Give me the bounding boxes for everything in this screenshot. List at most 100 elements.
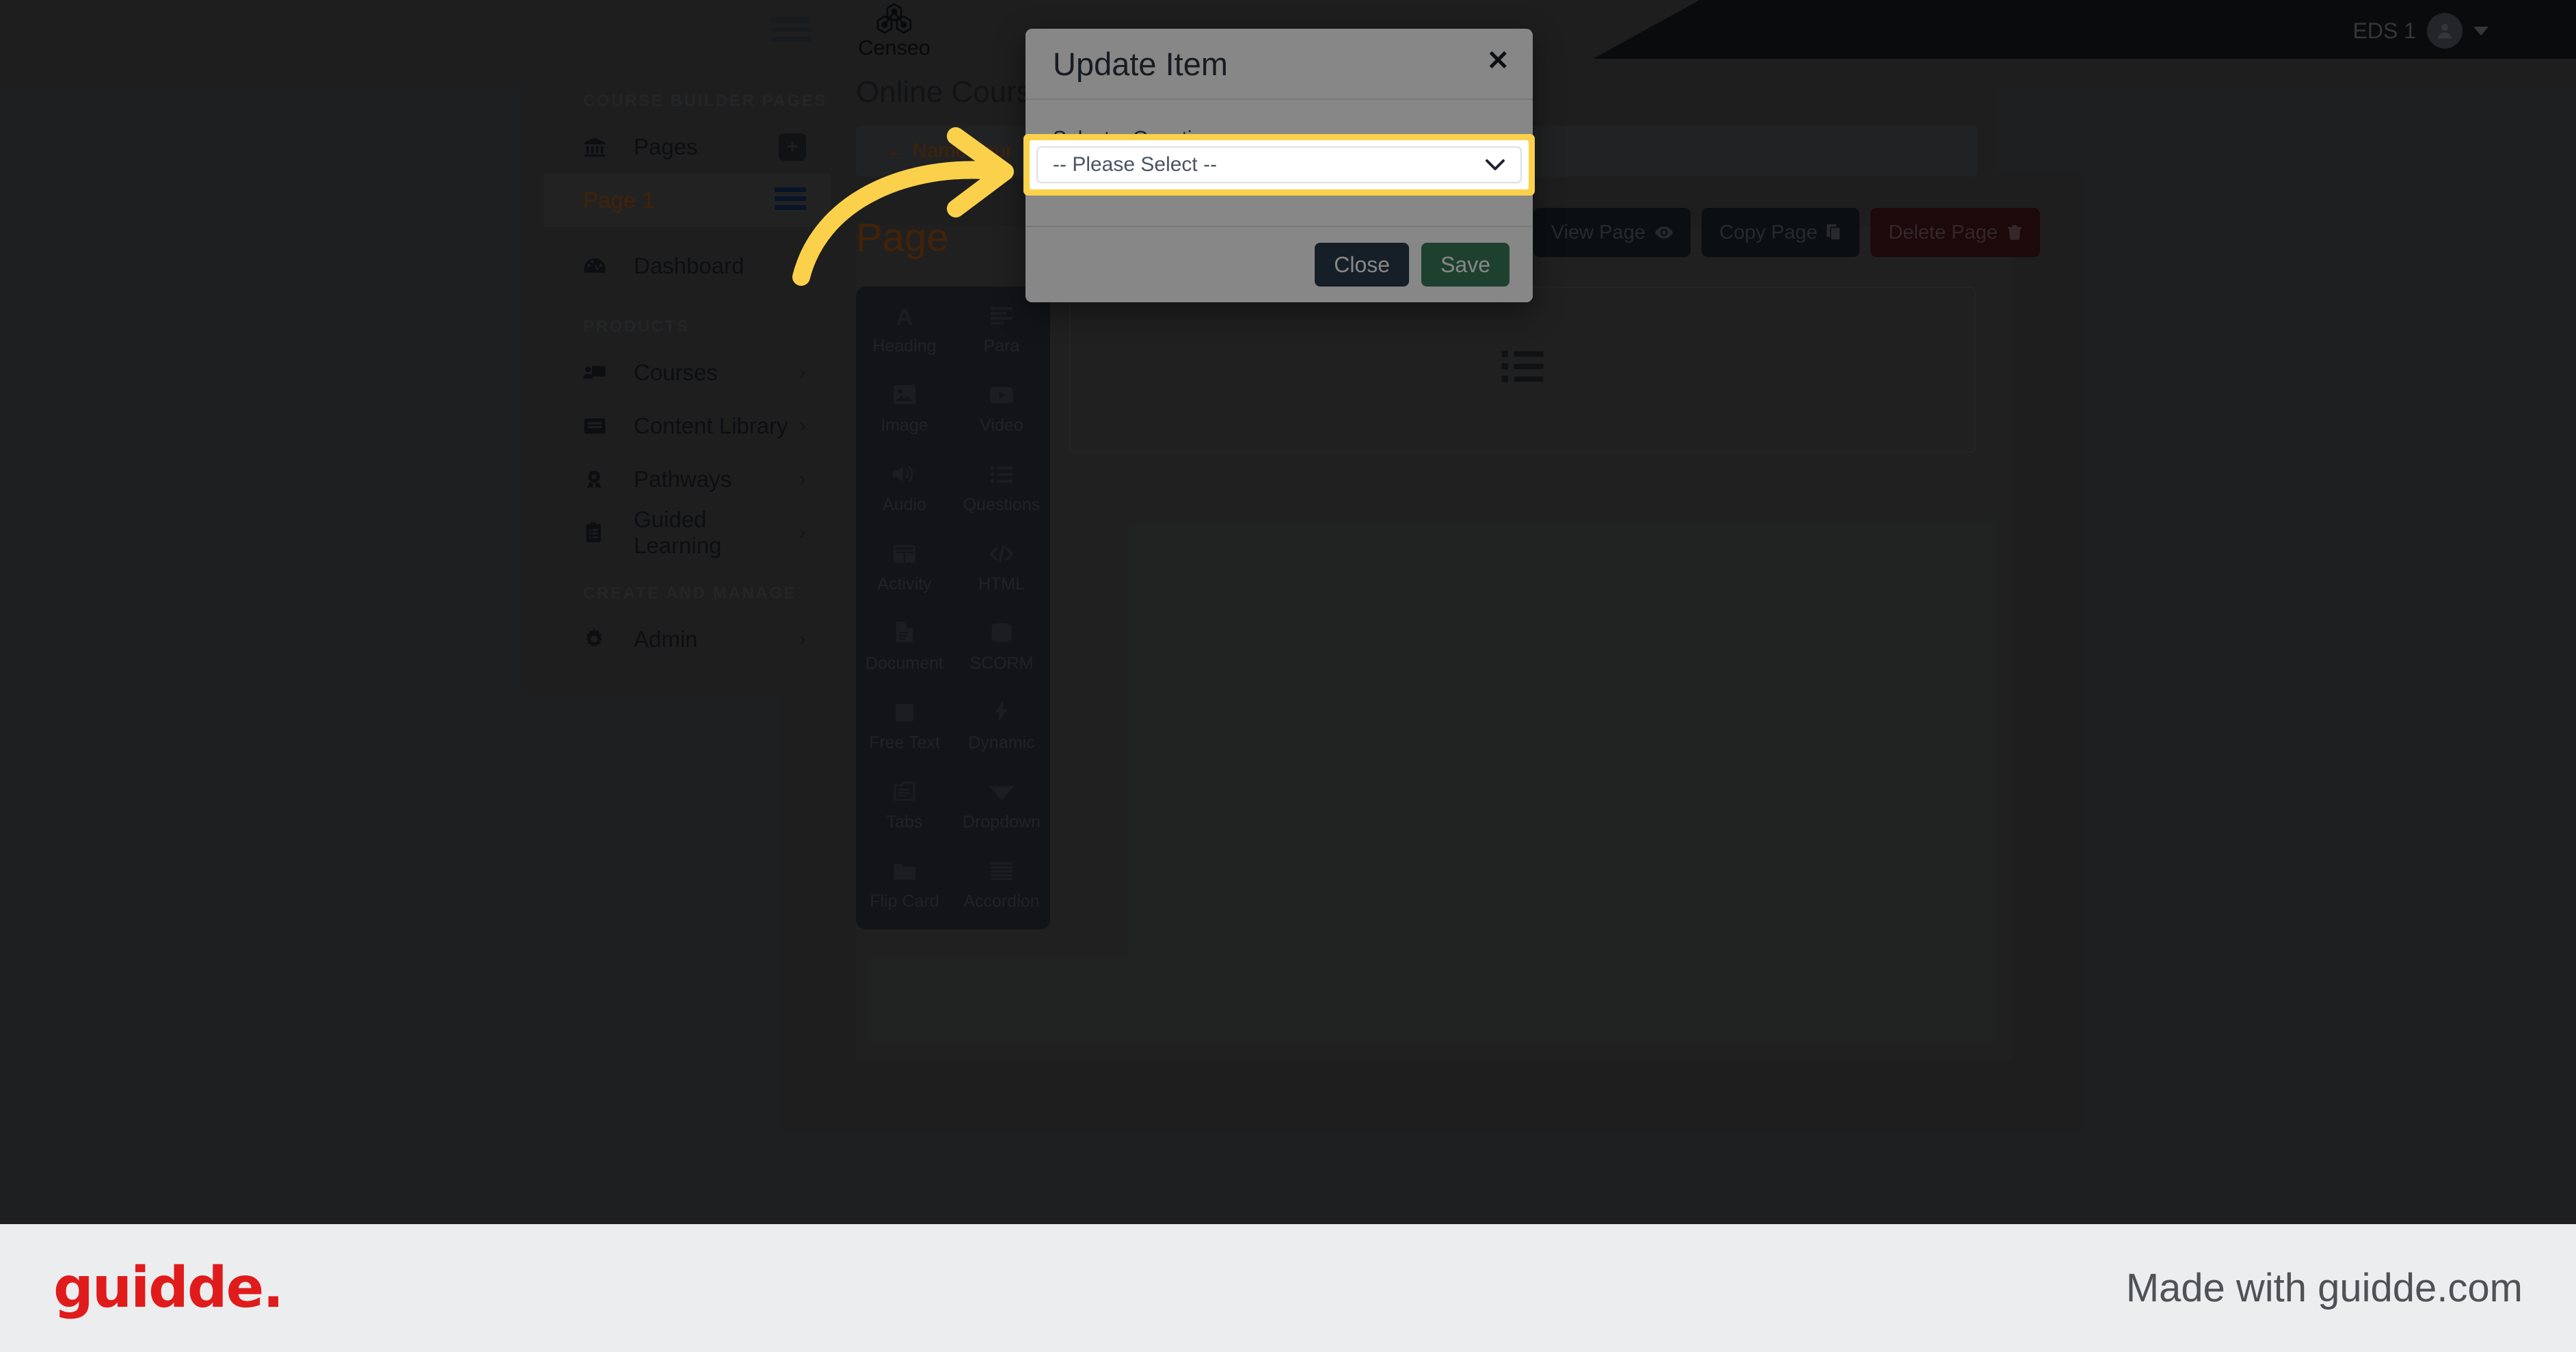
sidebar-section-course-builder: COURSE BUILDER PAGES: [583, 92, 827, 110]
tool-document[interactable]: Document: [856, 622, 953, 675]
chevron-down-icon: [1485, 156, 1505, 174]
modal-footer: Close Save: [1025, 226, 1533, 302]
sidebar-item-page-1[interactable]: Page 1: [544, 174, 831, 227]
accordion-lines-icon: [953, 860, 1050, 886]
guidde-footer: guidde. Made with guidde.com: [0, 1224, 2576, 1352]
tool-video[interactable]: Video: [953, 384, 1050, 437]
eye-icon: [1654, 226, 1673, 239]
tool-label: SCORM: [969, 654, 1034, 673]
tool-activity[interactable]: Activity: [856, 542, 953, 596]
trash-icon: [2007, 225, 2022, 240]
sidebar-section-products: PRODUCTS: [583, 317, 690, 336]
sidebar-item-guided-learning[interactable]: Guided Learning ›: [544, 506, 831, 559]
sidebar-item-pathways[interactable]: Pathways ›: [544, 453, 831, 506]
sidebar-item-pages[interactable]: Pages +: [544, 120, 831, 174]
tool-label: HTML: [978, 574, 1025, 594]
tool-flip-card[interactable]: Flip Card: [856, 860, 953, 913]
page-actions: View Page Copy Page Delete Page: [1533, 208, 2065, 257]
tool-audio[interactable]: Audio: [856, 463, 953, 516]
select-value: -- Please Select --: [1053, 153, 1218, 176]
database-icon: [953, 622, 1050, 648]
sidebar-item-label: Guided Learning: [634, 507, 722, 558]
sidebar-item-content-library[interactable]: Content Library ›: [544, 399, 831, 453]
triangle-down-icon: [953, 780, 1050, 806]
view-page-label: View Page: [1551, 221, 1646, 243]
censeo-hexagon-logo: [876, 3, 912, 34]
tool-label: Tabs: [886, 812, 923, 832]
sidebar-item-label: Pathways: [634, 466, 732, 492]
image-icon: [856, 384, 953, 410]
highlight-inner: -- Please Select --: [1030, 140, 1529, 189]
gear-icon: [583, 628, 634, 650]
censeo-logo-text: Censeo: [858, 36, 930, 59]
censeo-logo[interactable]: Censeo: [833, 3, 956, 59]
sidebar-item-label: Admin: [634, 626, 698, 652]
chevron-right-icon: ›: [799, 628, 806, 650]
presentation-user-icon: [583, 363, 634, 382]
tool-label: Document: [866, 654, 943, 673]
save-button[interactable]: Save: [1421, 243, 1510, 287]
sidebar-item-dashboard[interactable]: Dashboard: [544, 239, 831, 293]
tool-label: Para: [983, 336, 1020, 356]
highlight-box: -- Please Select --: [1023, 134, 1535, 196]
sidebar-item-admin[interactable]: Admin ›: [544, 613, 831, 666]
lightning-icon: [953, 701, 1050, 727]
drag-handle-icon[interactable]: [775, 187, 806, 214]
user-menu[interactable]: EDS 1: [2353, 11, 2488, 51]
code-icon: [953, 542, 1050, 568]
hamburger-icon[interactable]: [771, 18, 811, 42]
tool-dropdown[interactable]: Dropdown: [953, 780, 1050, 834]
tool-label: Accordion: [963, 892, 1040, 911]
close-x-icon[interactable]: ✕: [1486, 45, 1510, 77]
delete-page-button[interactable]: Delete Page: [1870, 208, 2040, 257]
chevron-right-icon: ›: [799, 361, 806, 384]
video-play-icon: [953, 384, 1050, 410]
tool-para[interactable]: Para: [953, 304, 1050, 358]
tool-questions[interactable]: Questions: [953, 463, 1050, 516]
tool-accordion[interactable]: Accordion: [953, 860, 1050, 913]
drop-area[interactable]: [1069, 287, 1976, 453]
tool-label: Audio: [883, 495, 926, 514]
view-page-button[interactable]: View Page: [1533, 208, 1691, 257]
tool-scorm[interactable]: SCORM: [953, 622, 1050, 675]
speedometer-icon: [583, 257, 634, 275]
close-button[interactable]: Close: [1315, 243, 1410, 287]
sidebar-item-label: Content Library: [634, 413, 788, 438]
tool-tabs[interactable]: Tabs: [856, 780, 953, 834]
list-bullet-icon: [953, 463, 1050, 489]
sidebar-item-label: Page 1: [583, 187, 655, 213]
folder-icon: [856, 860, 953, 886]
tool-free-text[interactable]: Free Text: [856, 701, 953, 754]
tool-panel: A Heading Para Image Video Audio Questio…: [856, 287, 1050, 929]
builder-canvas: A Heading Para Image Video Audio Questio…: [848, 287, 2065, 929]
tool-heading[interactable]: A Heading: [856, 304, 953, 358]
modal-header: Update Item ✕: [1025, 29, 1533, 100]
caret-down-icon: [2473, 26, 2488, 36]
tool-image[interactable]: Image: [856, 384, 953, 437]
tool-label: Image: [881, 416, 928, 435]
tool-label: Video: [980, 416, 1023, 435]
tool-dynamic[interactable]: Dynamic: [953, 701, 1050, 754]
award-badge-icon: [583, 469, 634, 490]
select-question-dropdown[interactable]: -- Please Select --: [1036, 146, 1522, 183]
clipboard-list-icon: [583, 522, 634, 544]
plus-square-icon[interactable]: +: [779, 133, 806, 161]
paragraph-lines-icon: [953, 304, 1050, 330]
list-bullet-icon: [1501, 349, 1544, 390]
tool-label: Dynamic: [968, 733, 1035, 752]
book-icon: [583, 416, 634, 436]
sidebar-item-courses[interactable]: Courses ›: [544, 346, 831, 399]
delete-page-label: Delete Page: [1888, 221, 1998, 243]
made-with-guidde-text: Made with guidde.com: [2125, 1266, 2523, 1310]
tool-html[interactable]: HTML: [953, 542, 1050, 596]
user-avatar-icon: [2427, 13, 2463, 49]
tool-label: Free Text: [869, 733, 940, 752]
square-icon: [856, 701, 953, 727]
sidebar-item-label: Courses: [634, 360, 718, 385]
tool-label: Questions: [963, 495, 1041, 514]
modal-title: Update Item: [1053, 45, 1229, 82]
bank-icon: [583, 137, 634, 157]
copy-page-button[interactable]: Copy Page: [1701, 208, 1860, 257]
tool-label: Flip Card: [870, 892, 939, 911]
sidebar-item-label: Dashboard: [634, 253, 744, 278]
